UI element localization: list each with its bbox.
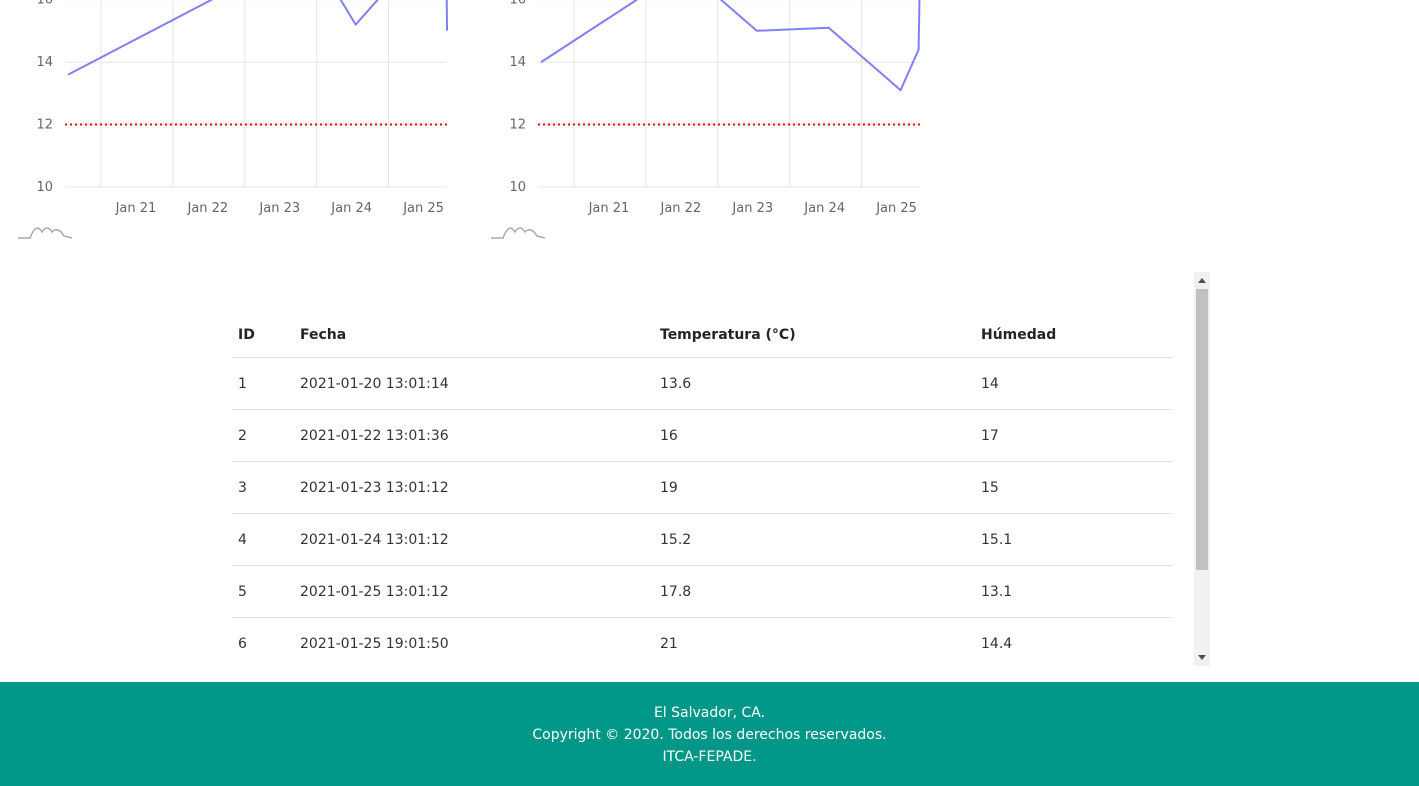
series-line [67, 0, 448, 76]
x-tick-label: Jan 22 [186, 201, 228, 216]
y-tick-label: 12 [509, 118, 526, 133]
cell-humedad: 15.1 [975, 513, 1172, 566]
x-tick-label: Jan 22 [659, 201, 701, 216]
x-tick-label: Jan 25 [875, 201, 917, 216]
cell-fecha: 2021-01-25 13:01:12 [294, 565, 654, 618]
x-tick-label: Jan 24 [803, 201, 845, 216]
temperature-chart-svg: 10 12 14 16 Jan 21 Jan 22 Jan 23 Jan 24 Jan 25 [18, 0, 448, 239]
y-tick-label: 10 [36, 180, 53, 195]
x-tick-label: Jan 21 [588, 201, 630, 216]
cell-id: 5 [232, 565, 294, 618]
cell-humedad: 14.4 [975, 617, 1172, 666]
y-tick-label: 14 [36, 55, 53, 70]
x-tick-label: Jan 23 [731, 201, 773, 216]
cell-temperatura: 13.6 [654, 357, 975, 410]
column-header-humedad: Húmedad [975, 272, 1172, 358]
footer-copyright: Copyright © 2020. Todos los derechos res… [532, 727, 887, 743]
page-footer: El Salvador, CA. Copyright © 2020. Todos… [0, 682, 1419, 786]
cell-fecha: 2021-01-24 13:01:12 [294, 513, 654, 566]
cell-humedad: 14 [975, 357, 1172, 410]
cell-id: 4 [232, 513, 294, 566]
readings-table: ID Fecha Temperatura (°C) Húmedad 1 2021… [232, 272, 1172, 666]
cell-humedad: 17 [975, 409, 1172, 462]
y-tick-label: 10 [509, 180, 526, 195]
x-tick-label: Jan 23 [258, 201, 300, 216]
x-tick-label: Jan 21 [115, 201, 157, 216]
cell-humedad: 15 [975, 461, 1172, 514]
table-header-row: ID Fecha Temperatura (°C) Húmedad [232, 272, 1172, 358]
cell-fecha: 2021-01-25 19:01:50 [294, 617, 654, 666]
y-tick-label: 12 [36, 118, 53, 133]
table-row: 5 2021-01-25 13:01:12 17.8 13.1 [232, 565, 1172, 618]
cell-id: 6 [232, 617, 294, 666]
humidity-chart-svg: 10 12 14 16 Jan 21 Jan 22 Jan 23 Jan 24 Jan 25 [491, 0, 921, 239]
cell-temperatura: 21 [654, 617, 975, 666]
y-tick-label: 14 [509, 55, 526, 70]
y-tick-label: 16 [509, 0, 526, 8]
cell-fecha: 2021-01-22 13:01:36 [294, 409, 654, 462]
table-row: 4 2021-01-24 13:01:12 15.2 15.1 [232, 513, 1172, 566]
table-scrollbar[interactable] [1194, 272, 1210, 666]
cell-id: 2 [232, 409, 294, 462]
footer-organization: ITCA-FEPADE. [662, 749, 757, 765]
table-row: 6 2021-01-25 19:01:50 21 14.4 [232, 617, 1172, 666]
footer-location: El Salvador, CA. [653, 705, 766, 721]
temperature-chart: 10 12 14 16 Jan 21 Jan 22 Jan 23 Jan 24 Jan 25 [0, 0, 460, 245]
cell-humedad: 13.1 [975, 565, 1172, 618]
chart-logo-icon [18, 227, 73, 239]
scroll-up-arrow-icon[interactable] [1198, 278, 1206, 283]
cell-temperatura: 19 [654, 461, 975, 514]
table-row: 1 2021-01-20 13:01:14 13.6 14 [232, 357, 1172, 410]
scroll-down-arrow-icon[interactable] [1198, 655, 1206, 660]
table-row: 3 2021-01-23 13:01:12 19 15 [232, 461, 1172, 514]
series-line [540, 0, 921, 92]
cell-temperatura: 17.8 [654, 565, 975, 618]
cell-id: 3 [232, 461, 294, 514]
cell-temperatura: 16 [654, 409, 975, 462]
column-header-fecha: Fecha [294, 272, 654, 358]
scroll-thumb[interactable] [1196, 289, 1208, 570]
chart-logo-icon [491, 227, 546, 239]
table-row: 2 2021-01-22 13:01:36 16 17 [232, 409, 1172, 462]
column-header-id: ID [232, 272, 294, 358]
column-header-temperatura: Temperatura (°C) [654, 272, 975, 358]
cell-id: 1 [232, 357, 294, 410]
cell-fecha: 2021-01-23 13:01:12 [294, 461, 654, 514]
x-tick-label: Jan 24 [330, 201, 372, 216]
x-tick-label: Jan 25 [402, 201, 444, 216]
humidity-chart: 10 12 14 16 Jan 21 Jan 22 Jan 23 Jan 24 Jan 25 [473, 0, 933, 245]
readings-table-container[interactable]: ID Fecha Temperatura (°C) Húmedad 1 2021… [232, 272, 1210, 666]
cell-fecha: 2021-01-20 13:01:14 [294, 357, 654, 410]
cell-temperatura: 15.2 [654, 513, 975, 566]
y-tick-label: 16 [36, 0, 53, 8]
